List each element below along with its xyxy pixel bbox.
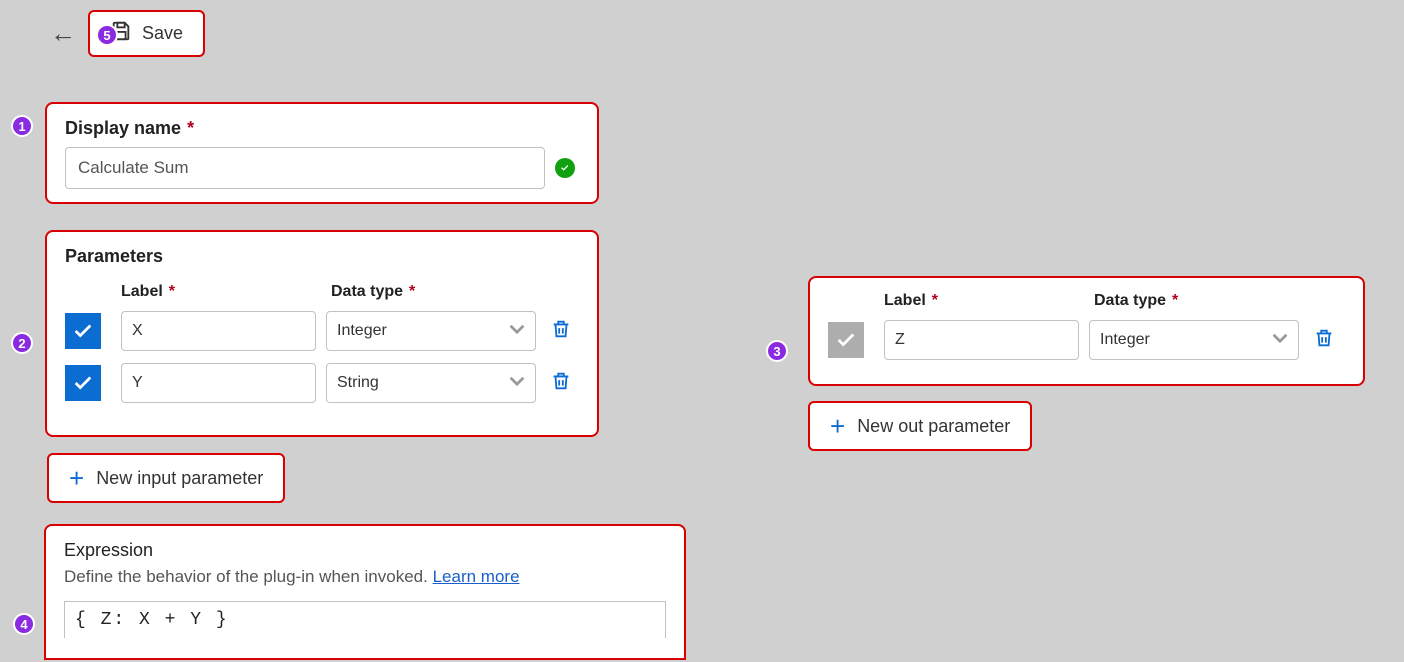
toolbar: ← Save	[50, 10, 205, 57]
delete-param-button[interactable]	[550, 318, 572, 345]
callout-4: 4	[13, 613, 35, 635]
col-label-header: Label*	[884, 292, 1094, 310]
new-out-parameter-button[interactable]: + New out parameter	[808, 401, 1032, 451]
param-datatype-select[interactable]	[326, 363, 536, 403]
input-param-row	[65, 363, 579, 403]
col-datatype-header: Data type*	[331, 283, 541, 301]
new-input-label: New input parameter	[96, 468, 263, 489]
required-asterisk: *	[187, 118, 194, 138]
output-param-row	[828, 320, 1345, 360]
callout-2: 2	[11, 332, 33, 354]
param-checkbox[interactable]	[65, 365, 101, 401]
plus-icon: +	[69, 465, 84, 491]
param-label-input[interactable]	[884, 320, 1079, 360]
param-checkbox-disabled	[828, 322, 864, 358]
expression-code-input[interactable]: { Z: X + Y }	[64, 601, 666, 638]
param-checkbox[interactable]	[65, 313, 101, 349]
param-label-input[interactable]	[121, 363, 316, 403]
plus-icon: +	[830, 413, 845, 439]
new-input-parameter-button[interactable]: + New input parameter	[47, 453, 285, 503]
check-circle-icon	[555, 158, 575, 178]
new-out-label: New out parameter	[857, 416, 1010, 437]
back-arrow-icon[interactable]: ←	[50, 18, 76, 49]
col-label-header: Label*	[121, 283, 331, 301]
param-datatype-select[interactable]	[1089, 320, 1299, 360]
parameters-header: Label* Data type*	[65, 283, 579, 301]
input-param-row	[65, 311, 579, 351]
param-label-input[interactable]	[121, 311, 316, 351]
delete-param-button[interactable]	[1313, 327, 1335, 354]
display-name-label: Display name *	[65, 118, 579, 139]
delete-param-button[interactable]	[550, 370, 572, 397]
callout-1: 1	[11, 115, 33, 137]
expression-subtitle: Define the behavior of the plug-in when …	[64, 567, 666, 587]
expression-title: Expression	[64, 540, 666, 561]
display-name-section: Display name *	[45, 102, 599, 204]
learn-more-link[interactable]: Learn more	[433, 567, 520, 586]
param-datatype-select[interactable]	[326, 311, 536, 351]
expression-section: Expression Define the behavior of the pl…	[44, 524, 686, 660]
parameters-header: Label* Data type*	[828, 292, 1345, 310]
parameters-title: Parameters	[65, 246, 579, 267]
display-name-input[interactable]	[65, 147, 545, 189]
input-parameters-section: Parameters Label* Data type*	[45, 230, 599, 437]
callout-5: 5	[96, 24, 118, 46]
display-name-label-text: Display name	[65, 118, 181, 138]
col-datatype-header: Data type*	[1094, 292, 1304, 310]
output-parameters-section: Label* Data type*	[808, 276, 1365, 386]
callout-3: 3	[766, 340, 788, 362]
save-label: Save	[142, 23, 183, 44]
